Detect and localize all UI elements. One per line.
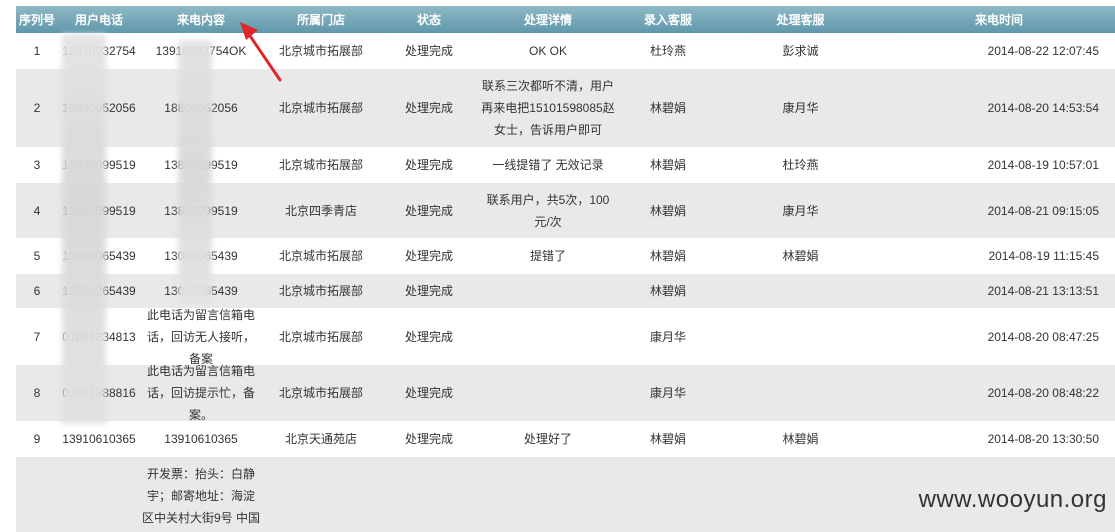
cell-handler-agent: 康月华 <box>782 101 819 115</box>
cell-handler-agent <box>718 365 883 421</box>
cell-serial: 9 <box>33 432 41 446</box>
cell-store: 北京天通苑店 <box>284 432 357 446</box>
cell-entry-agent: 林碧娟 <box>649 158 686 172</box>
cell-handler-agent: 杜玲燕 <box>782 158 819 172</box>
cell-user-phone: 13910610365 <box>62 432 136 446</box>
redaction-blur-phone <box>62 34 106 424</box>
cell-call-time: 2014-08-19 10:57:01 <box>987 158 1099 172</box>
cell-status: 处理完成 <box>404 43 453 58</box>
table-header: 序列号 用户电话 来电内容 所属门店 状态 处理详情 录入客服 处理客服 来电时… <box>16 6 1115 33</box>
header-call-time[interactable]: 来电时间 <box>883 6 1115 33</box>
cell-call-time: 2014-08-20 08:48:22 <box>987 386 1099 400</box>
cell-store <box>262 457 380 532</box>
cell-store: 北京城市拓展部 <box>278 158 363 172</box>
cell-store: 北京城市拓展部 <box>278 386 363 400</box>
cell-entry-agent: 林碧娟 <box>649 101 686 115</box>
table-row[interactable]: 701001234813此电话为留言信箱电话，回访无人接听，备案北京城市拓展部处… <box>16 309 1115 365</box>
cell-detail: 提错了 <box>529 249 566 263</box>
cell-user-phone <box>58 457 140 532</box>
cell-detail <box>478 365 618 421</box>
cell-detail: OK OK <box>528 43 567 58</box>
cell-serial: 1 <box>33 43 41 58</box>
cell-status <box>380 457 478 532</box>
page: 序列号 用户电话 来电内容 所属门店 状态 处理详情 录入客服 处理客服 来电时… <box>0 0 1115 532</box>
cell-call-time: 2014-08-21 09:15:05 <box>987 203 1099 218</box>
cell-handler-agent: 康月华 <box>782 203 819 218</box>
cell-handler-agent <box>718 457 883 532</box>
cell-status: 处理完成 <box>404 284 453 298</box>
cell-call-content: 开发票：抬头：白静宇；邮寄地址：海淀区中关村大街9号 中国邮政储蓄银行，白静宇收… <box>142 467 261 525</box>
cell-entry-agent: 杜玲燕 <box>649 43 686 58</box>
header-user-phone[interactable]: 用户电话 <box>58 6 140 33</box>
cell-entry-agent: 林碧娟 <box>649 249 686 263</box>
cell-call-content: 13910610365 <box>164 432 238 446</box>
cell-call-time: 2014-08-20 13:30:50 <box>987 432 1099 446</box>
table-row[interactable]: 801001388816此电话为留言信箱电话，回访提示忙，备案。北京城市拓展部处… <box>16 365 1115 422</box>
cell-store: 北京城市拓展部 <box>278 284 363 298</box>
table-row[interactable]: 9 13910610365 13910610365 北京天通苑店 处理完成 处理好了 林碧娟… <box>16 422 1115 457</box>
cell-detail: 联系用户，共5次，100元/次 <box>486 192 610 229</box>
cell-detail <box>478 274 618 308</box>
cell-serial <box>16 457 58 532</box>
cell-entry-agent <box>618 457 718 532</box>
cell-call-content: 此电话为留言信箱电话，回访无人接听，备案 <box>146 309 255 364</box>
cell-serial: 4 <box>33 203 41 218</box>
cell-call-time: 2014-08-20 08:47:25 <box>987 329 1099 344</box>
cell-detail <box>478 457 618 532</box>
cell-entry-agent: 康月华 <box>649 329 686 344</box>
cell-call-content: 此电话为留言信箱电话，回访提示忙，备案。 <box>146 365 255 421</box>
cell-call-time: 2014-08-21 13:13:51 <box>987 284 1099 298</box>
header-status[interactable]: 状态 <box>380 6 478 33</box>
header-entry-agent[interactable]: 录入客服 <box>618 6 718 33</box>
cell-status: 处理完成 <box>404 101 453 115</box>
header-handler-agent[interactable]: 处理客服 <box>718 6 883 33</box>
cell-status: 处理完成 <box>404 432 453 446</box>
redaction-blur-content <box>178 40 212 305</box>
cell-handler-agent <box>718 309 883 364</box>
cell-status: 处理完成 <box>404 158 453 172</box>
cell-handler-agent: 林碧娟 <box>782 432 819 446</box>
cell-store: 北京城市拓展部 <box>278 249 363 263</box>
cell-status: 处理完成 <box>404 386 453 400</box>
cell-call-time: 2014-08-22 12:07:45 <box>987 43 1099 58</box>
cell-serial: 5 <box>33 249 41 263</box>
cell-status: 处理完成 <box>404 249 453 263</box>
cell-handler-agent: 林碧娟 <box>782 249 819 263</box>
cell-serial: 2 <box>33 101 41 115</box>
cell-serial: 7 <box>33 329 41 344</box>
cell-serial: 3 <box>33 158 41 172</box>
red-arrow-annotation <box>240 22 282 82</box>
cell-handler-agent <box>718 274 883 308</box>
cell-store: 北京四季青店 <box>284 203 357 218</box>
cell-store: 北京城市拓展部 <box>278 329 363 344</box>
cell-detail <box>478 309 618 364</box>
cell-call-time: 2014-08-20 14:53:54 <box>987 101 1099 115</box>
cell-call-time: 2014-08-19 11:15:45 <box>988 249 1099 263</box>
cell-serial: 8 <box>33 386 41 400</box>
cell-detail: 一线提错了 无效记录 <box>492 158 604 172</box>
header-serial[interactable]: 序列号 <box>16 6 58 33</box>
cell-handler-agent: 彭求诚 <box>782 43 819 58</box>
cell-serial: 6 <box>33 284 41 298</box>
cell-entry-agent: 林碧娟 <box>649 432 686 446</box>
cell-entry-agent: 林碧娟 <box>649 284 686 298</box>
cell-entry-agent: 林碧娟 <box>649 203 686 218</box>
cell-status: 处理完成 <box>404 203 453 218</box>
cell-entry-agent: 康月华 <box>649 386 686 400</box>
watermark: www.wooyun.org <box>918 486 1107 513</box>
cell-status: 处理完成 <box>404 329 453 344</box>
cell-detail: 处理好了 <box>523 432 572 446</box>
cell-detail: 联系三次都听不清，用户再来电把15101598085赵女士，告诉用户即可 <box>481 79 615 137</box>
header-detail[interactable]: 处理详情 <box>478 6 618 33</box>
